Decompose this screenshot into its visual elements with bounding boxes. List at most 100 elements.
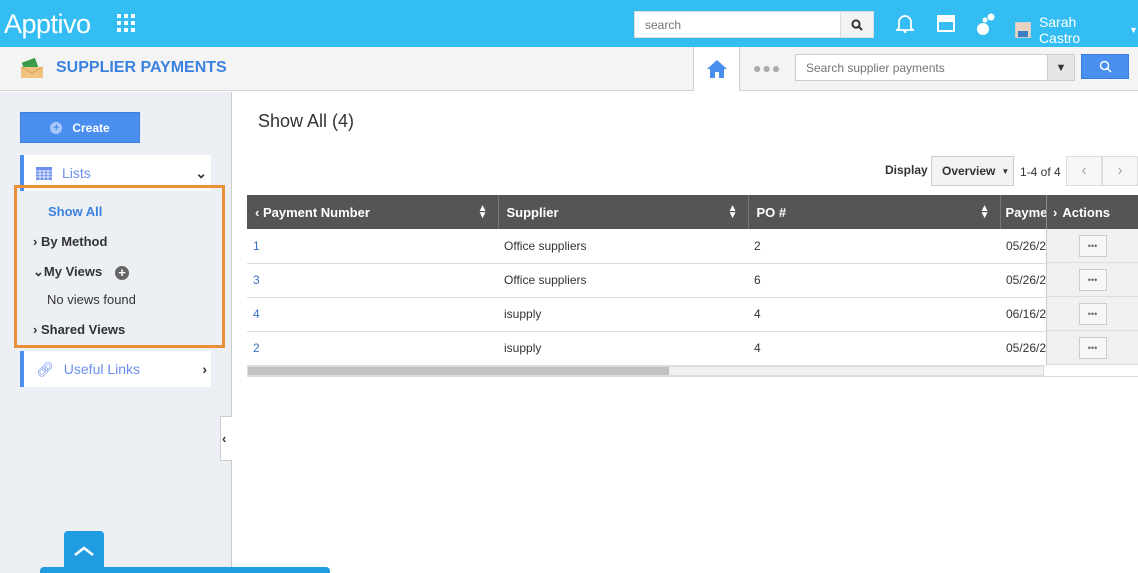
app-header: SUPPLIER PAYMENTS ●●● ▼ xyxy=(0,47,1138,91)
bottom-bar xyxy=(40,567,330,573)
search-icon xyxy=(851,18,863,31)
display-select[interactable]: Overview ▼ xyxy=(931,156,1014,186)
supplier: Office suppliers xyxy=(498,263,748,298)
supplier: isupply xyxy=(498,297,748,332)
chevron-left-icon: ‹ xyxy=(1081,162,1087,179)
table-row[interactable]: 2 isupply 4 05/26/2 xyxy=(247,331,1046,366)
page-title: Show All (4) xyxy=(258,111,355,131)
payment-number[interactable]: 1 xyxy=(247,229,498,264)
user-name: Sarah Castro xyxy=(1038,14,1081,46)
search-dropdown-button[interactable]: ▼ xyxy=(1047,55,1074,80)
useful-links-label: Useful Links xyxy=(63,361,141,377)
lists-label: Lists xyxy=(62,165,91,181)
caret-down-icon: ▼ xyxy=(1001,166,1010,176)
payment-date: 05/26/2 xyxy=(1000,331,1046,366)
po-label: PO # xyxy=(756,204,787,220)
chevron-right-icon: › xyxy=(33,234,38,249)
payment-date: 05/26/2 xyxy=(1000,263,1046,298)
chevron-down-icon: ⌄ xyxy=(33,264,44,279)
po-number: 4 xyxy=(748,297,1000,332)
app-title: SUPPLIER PAYMENTS xyxy=(56,59,227,76)
scroll-up-button[interactable] xyxy=(64,531,104,571)
sidebar: + Create Lists ⌄ Show All › By Method ⌄My… xyxy=(0,92,232,573)
apps-grid-icon[interactable] xyxy=(117,14,135,32)
chevron-down-icon: ▼ xyxy=(1055,61,1067,74)
apptivo-logo[interactable]: Apptivo xyxy=(4,9,91,40)
chevron-up-icon xyxy=(74,546,94,556)
actions-column: › Actions ••• ••• ••• ••• xyxy=(1046,195,1138,365)
payment-date: 06/16/2 xyxy=(1000,297,1046,332)
next-page-button[interactable]: › xyxy=(1102,156,1138,186)
payment-number[interactable]: 4 xyxy=(247,297,498,332)
nav-shared-views[interactable]: › Shared Views xyxy=(33,322,125,337)
divider xyxy=(247,376,1138,377)
chat-icon[interactable] xyxy=(976,13,996,35)
nav-show-all[interactable]: Show All xyxy=(48,204,102,219)
nav-my-views[interactable]: ⌄My Views xyxy=(33,264,102,280)
calendar-grid-icon xyxy=(36,166,52,180)
column-header-supplier[interactable]: Supplier ▲ ▼ xyxy=(498,195,749,229)
create-button[interactable]: + Create xyxy=(20,112,140,143)
table-row[interactable]: 3 Office suppliers 6 05/26/2 xyxy=(247,263,1046,298)
row-actions-button[interactable]: ••• xyxy=(1078,302,1107,325)
table-row[interactable]: 1 Office suppliers 2 05/26/2 xyxy=(247,229,1046,264)
no-views-text: No views found xyxy=(47,292,136,307)
user-avatar xyxy=(1015,22,1031,38)
home-button[interactable] xyxy=(693,47,740,91)
top-bar: Apptivo Sarah Castro ▼ xyxy=(0,0,1138,47)
shared-views-label: Shared Views xyxy=(40,322,126,337)
app-search-input[interactable] xyxy=(796,55,1046,80)
payment-number[interactable]: 3 xyxy=(247,263,498,298)
global-search xyxy=(634,11,874,38)
sort-icon[interactable]: ▲ ▼ xyxy=(478,204,488,221)
po-number: 6 xyxy=(748,263,1000,298)
user-menu[interactable]: Sarah Castro ▼ xyxy=(1015,14,1138,46)
sort-icon[interactable]: ▲ ▼ xyxy=(728,204,738,221)
row-actions-button[interactable]: ••• xyxy=(1078,268,1107,291)
search-button[interactable] xyxy=(840,12,873,37)
useful-links-panel-header[interactable]: 🔗︎ Useful Links › xyxy=(20,351,211,387)
payment-date-label: Payme xyxy=(1005,204,1046,220)
app-search: ▼ xyxy=(795,54,1075,81)
global-search-input[interactable] xyxy=(635,12,840,37)
row-actions-button[interactable]: ••• xyxy=(1078,336,1107,359)
search-icon xyxy=(1099,60,1112,73)
collapse-sidebar-button[interactable]: ‹ xyxy=(220,416,232,461)
payment-date: 05/26/2 xyxy=(1000,229,1046,264)
display-value: Overview xyxy=(942,164,996,178)
supplier: Office suppliers xyxy=(498,229,748,264)
more-options-icon[interactable]: ●●● xyxy=(753,60,781,76)
link-icon: 🔗︎ xyxy=(36,360,54,377)
row-actions-button[interactable]: ••• xyxy=(1078,234,1107,257)
supplier-payments-app-icon xyxy=(20,57,44,78)
actions-label: Actions xyxy=(1062,204,1111,220)
nav-by-method[interactable]: › By Method xyxy=(33,234,107,249)
horizontal-scrollbar[interactable] xyxy=(247,366,1044,376)
supplier-label: Supplier xyxy=(506,204,559,220)
column-header-po[interactable]: PO # ▲ ▼ xyxy=(748,195,1001,229)
table-row[interactable]: 4 isupply 4 06/16/2 xyxy=(247,297,1046,332)
add-view-icon[interactable]: + xyxy=(115,266,129,280)
column-header-payment-date[interactable]: Payme xyxy=(1000,195,1047,229)
chevron-right-icon: › xyxy=(202,361,207,377)
chevron-right-icon[interactable]: › xyxy=(1053,205,1057,220)
caret-down-icon: ▼ xyxy=(1129,25,1138,35)
supplier: isupply xyxy=(498,331,748,366)
plus-circle-icon: + xyxy=(50,121,63,134)
prev-page-button[interactable]: ‹ xyxy=(1066,156,1102,186)
sort-icon[interactable]: ▲ ▼ xyxy=(980,204,990,221)
scrollbar-thumb[interactable] xyxy=(248,367,669,375)
chevron-left-icon[interactable]: ‹ xyxy=(255,205,259,220)
store-icon[interactable] xyxy=(936,13,956,33)
chevron-right-icon: › xyxy=(1117,162,1123,179)
column-header-actions[interactable]: › Actions xyxy=(1046,195,1138,229)
display-label: Display xyxy=(885,163,928,177)
pagination-range: 1-4 of 4 xyxy=(1020,165,1061,179)
column-header-payment-number[interactable]: ‹ Payment Number ▲ ▼ xyxy=(247,195,499,229)
app-search-button[interactable] xyxy=(1081,54,1129,79)
bell-icon[interactable] xyxy=(896,13,914,33)
by-method-label: By Method xyxy=(40,234,108,249)
my-views-label: My Views xyxy=(43,264,103,279)
payment-number[interactable]: 2 xyxy=(247,331,498,366)
create-label: Create xyxy=(72,120,110,135)
